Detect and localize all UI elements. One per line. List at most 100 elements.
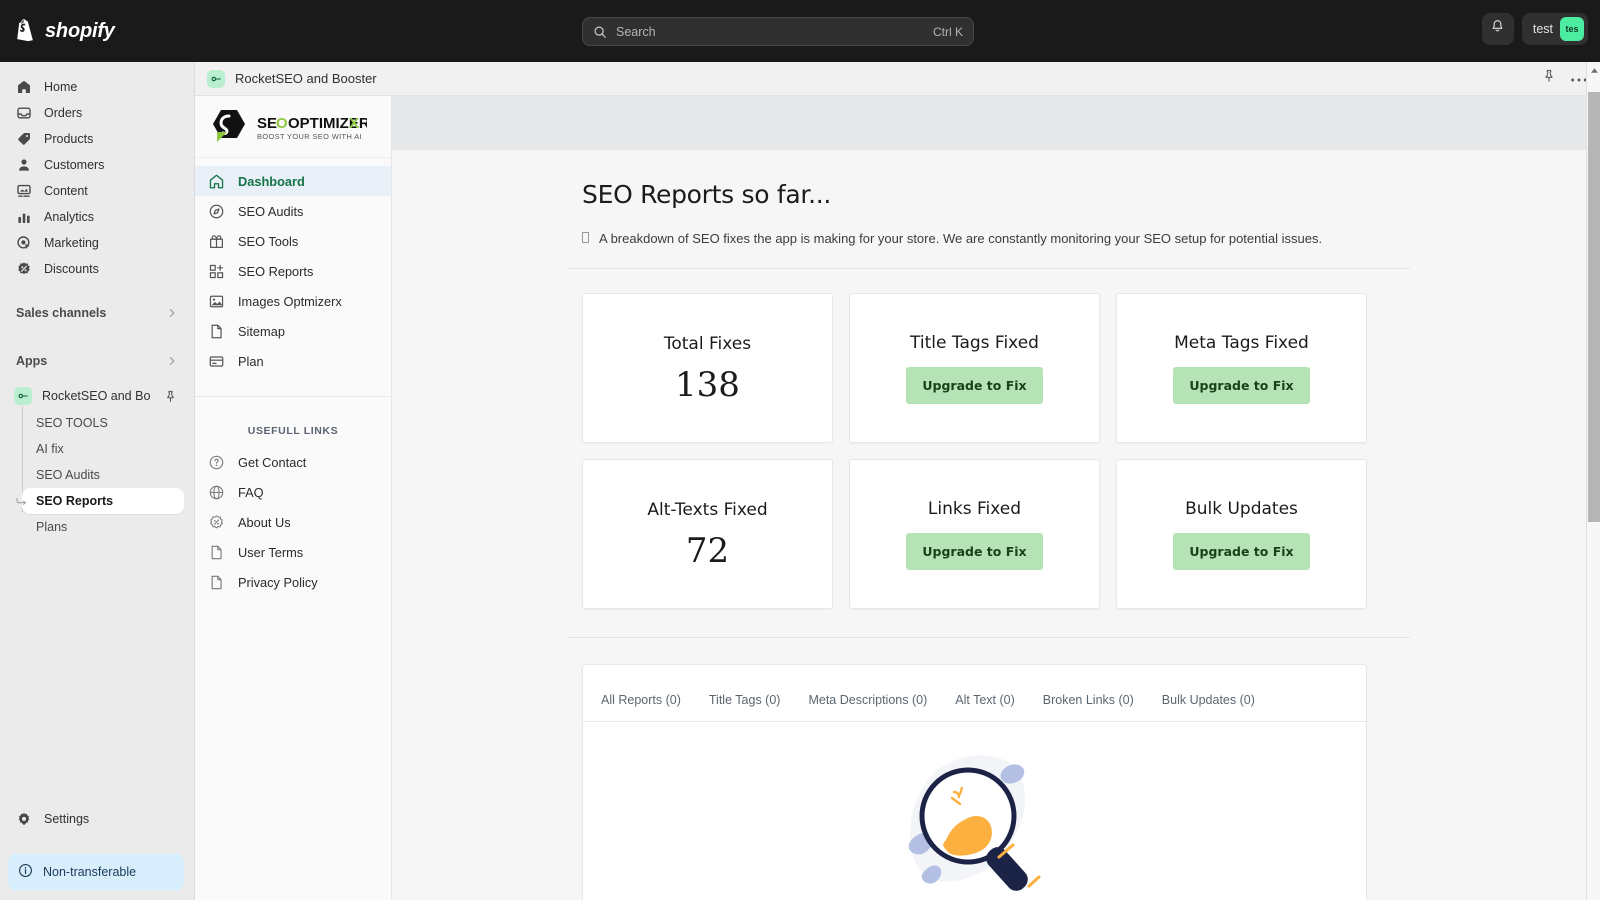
sidebar-app-rocketseo[interactable]: RocketSEO and Boost... [8,382,186,410]
sidebar-subitem-label: SEO Audits [36,468,100,482]
discount-badge-icon [16,261,32,277]
sidebar-section-apps[interactable]: Apps [8,348,186,374]
top-gray-strip [392,96,1600,150]
page-description: A breakdown of SEO fixes the app is maki… [582,231,1600,246]
sidebar-item-analytics[interactable]: Analytics [8,204,186,230]
sidebar-item-content[interactable]: Content [8,178,186,204]
shopify-sidebar: Home Orders Products Customers Content A… [0,62,195,900]
sidebar-subitem-label: SEO Reports [36,494,114,508]
app-menu-item-dashboard[interactable]: Dashboard [195,166,391,196]
tab-title-tags[interactable]: Title Tags (0) [709,693,781,721]
app-title: RocketSEO and Booster [235,71,377,86]
app-menu-label: Images Optmizerx [238,293,342,309]
avatar: tes [1560,17,1584,41]
link-item-privacy-policy[interactable]: Privacy Policy [195,567,391,597]
app-body: SE O OPTIMIZER X BOOST YOUR SEO WITH AI … [195,96,1600,900]
sidebar-item-products[interactable]: Products [8,126,186,152]
tab-meta-descriptions[interactable]: Meta Descriptions (0) [808,693,927,721]
non-transferable-banner[interactable]: Non-transferable [8,854,184,890]
usefull-links-heading: USEFULL LINKS [247,425,339,437]
sidebar-item-customers[interactable]: Customers [8,152,186,178]
app-menu-item-seo-audits[interactable]: SEO Audits [195,196,391,226]
tab-bulk-updates[interactable]: Bulk Updates (0) [1162,693,1255,721]
user-menu-button[interactable]: test tes [1521,13,1588,45]
svg-text:O: O [276,115,288,132]
app-logo: SE O OPTIMIZER X BOOST YOUR SEO WITH AI [195,96,391,158]
shopify-brand[interactable]: shopify [14,19,189,43]
sidebar-item-discounts[interactable]: Discounts [8,256,186,282]
info-circle-icon [18,863,33,881]
tab-broken-links[interactable]: Broken Links (0) [1043,693,1134,721]
shopify-nav-list: Home Orders Products Customers Content A… [0,62,194,282]
stat-card-title: Alt-Texts Fixed [647,500,768,520]
link-item-faq[interactable]: FAQ [195,477,391,507]
scroll-up-arrow-icon[interactable] [1587,62,1600,78]
sidebar-item-seo-tools[interactable]: SEO TOOLS [22,410,184,436]
app-menu-item-seo-reports[interactable]: SEO Reports [195,256,391,286]
person-icon [16,157,32,173]
sidebar-item-label: Settings [44,812,90,826]
app-menu-label: Dashboard [238,173,305,189]
search-shortcut: Ctrl K [933,24,963,39]
tab-all-reports[interactable]: All Reports (0) [601,693,681,721]
app-tile-icon [14,387,32,405]
sidebar-item-label: Products [44,132,94,146]
home-icon [208,173,225,190]
non-transferable-label: Non-transferable [43,865,137,879]
sidebar-subitem-label: Plans [36,520,68,534]
sidebar-item-home[interactable]: Home [8,74,186,100]
sidebar-item-plans[interactable]: Plans [22,514,184,540]
link-item-get-contact[interactable]: Get Contact [195,447,391,477]
stat-card-total-fixes: Total Fixes 138 [582,293,833,443]
pin-icon[interactable] [160,386,180,406]
grid-plus-icon [208,263,225,280]
link-item-about-us[interactable]: About Us [195,507,391,537]
sidebar-item-seo-audits[interactable]: SEO Audits [22,462,184,488]
notifications-button[interactable] [1481,13,1514,45]
sidebar-section-label: Apps [16,354,48,368]
stat-card-links-fixed: Links Fixed Upgrade to Fix [849,459,1100,609]
stat-card-meta-tags-fixed: Meta Tags Fixed Upgrade to Fix [1116,293,1367,443]
sidebar-item-ai-fix[interactable]: AI fix [22,436,184,462]
link-item-label: Get Contact [238,454,307,470]
upgrade-to-fix-button[interactable]: Upgrade to Fix [906,366,1043,404]
globe-icon [208,484,225,501]
sidebar-divider [195,396,391,397]
sidebar-item-settings[interactable]: Settings [8,806,186,832]
stat-card-title: Meta Tags Fixed [1174,332,1309,353]
app-menu-item-sitemap[interactable]: Sitemap [195,316,391,346]
user-name: test [1532,22,1553,36]
sidebar-item-marketing[interactable]: Marketing [8,230,186,256]
sidebar-subitem-label: AI fix [36,442,64,456]
tab-alt-text[interactable]: Alt Text (0) [955,693,1015,721]
upgrade-to-fix-button[interactable]: Upgrade to Fix [906,532,1043,570]
app-menu-item-seo-tools[interactable]: SEO Tools [195,226,391,256]
sidebar-item-orders[interactable]: Orders [8,100,186,126]
shopify-bag-icon [14,19,36,43]
content-icon [16,183,32,199]
embedded-app-frame: RocketSEO and Booster SE O OPTIMIZER X B… [195,62,1600,900]
app-titlebar: RocketSEO and Booster [195,62,1600,96]
link-item-user-terms[interactable]: User Terms [195,537,391,567]
gift-icon [208,233,225,250]
global-search[interactable]: Search Ctrl K [582,17,974,46]
link-item-label: About Us [238,514,291,530]
page-scrollbar[interactable] [1586,62,1600,900]
upgrade-to-fix-button[interactable]: Upgrade to Fix [1173,532,1310,570]
scrollbar-thumb[interactable] [1588,92,1600,522]
search-input[interactable]: Search [616,25,933,39]
upgrade-to-fix-button[interactable]: Upgrade to Fix [1173,366,1310,404]
pin-icon[interactable] [1542,69,1556,88]
app-menu-item-plan[interactable]: Plan [195,346,391,376]
sidebar-item-label: Marketing [44,236,99,250]
sidebar-section-sales-channels[interactable]: Sales channels [8,300,186,326]
sidebar-item-seo-reports[interactable]: SEO Reports [16,488,184,514]
page-description-text: A breakdown of SEO fixes the app is maki… [599,231,1323,246]
stat-card-value: 72 [685,531,730,571]
app-menu-item-images-optimizerx[interactable]: Images Optmizerx [195,286,391,316]
app-menu-label: SEO Audits [238,203,304,219]
product-tag-icon [16,131,32,147]
top-bar: shopify Search Ctrl K test tes [0,0,1600,62]
page-icon [208,323,225,340]
stat-card-value: 138 [675,365,740,405]
